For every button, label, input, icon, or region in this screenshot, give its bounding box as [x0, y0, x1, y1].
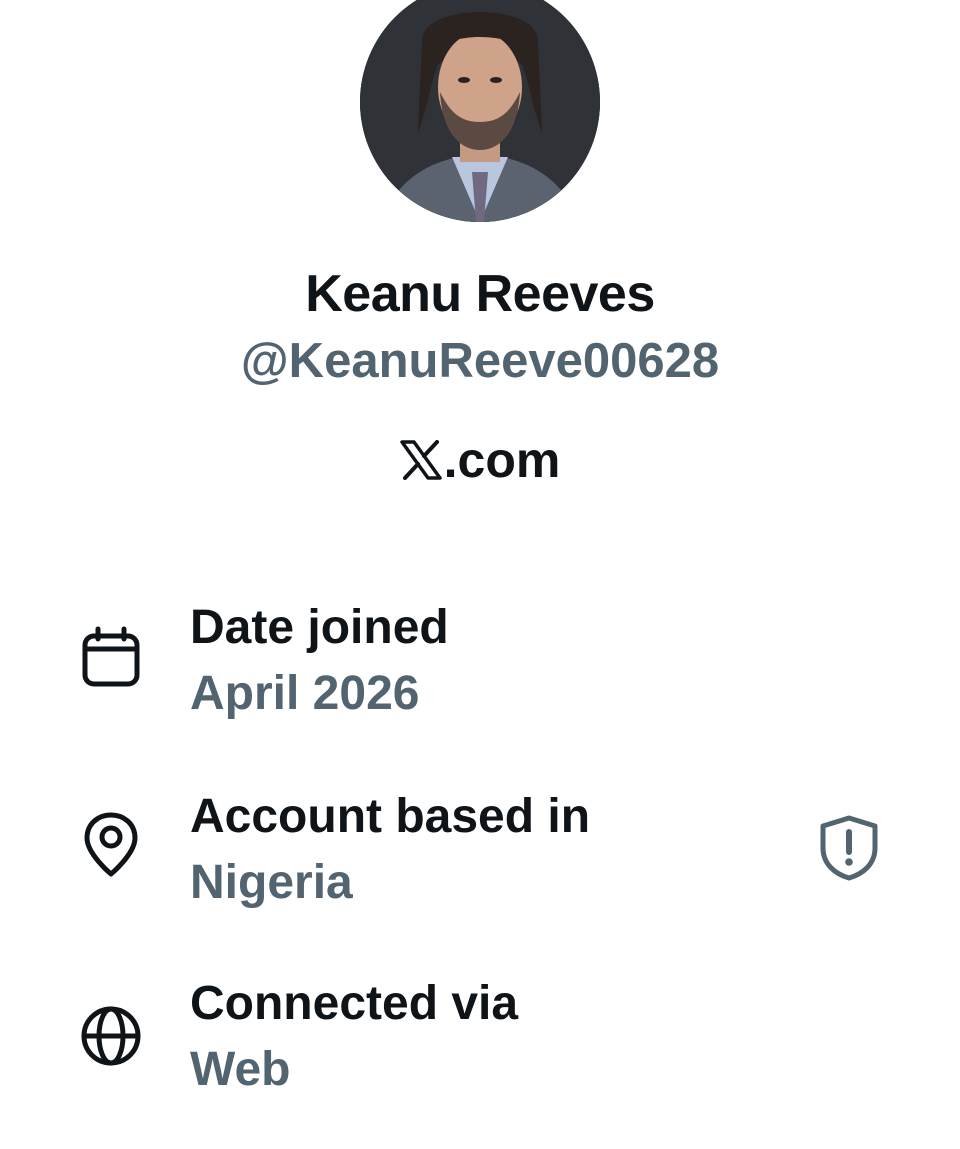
detail-value: Web	[190, 1043, 291, 1096]
detail-account-location: Account based in Nigeria	[0, 787, 960, 927]
calendar-icon	[78, 625, 144, 691]
profile-name: Keanu Reeves	[305, 265, 655, 323]
globe-icon	[78, 1003, 144, 1069]
detail-date-joined: Date joined April 2026	[0, 598, 960, 738]
site-text: .com	[443, 432, 561, 488]
profile-handle[interactable]: @KeanuReeve00628	[0, 330, 960, 392]
detail-label: Connected via	[190, 977, 519, 1030]
profile-avatar[interactable]	[360, 0, 600, 222]
detail-value: April 2026	[190, 667, 420, 720]
location-pin-icon	[78, 812, 144, 878]
detail-label: Account based in	[190, 790, 591, 843]
shield-alert-icon[interactable]	[815, 814, 883, 882]
detail-connected-via: Connected via Web	[0, 974, 960, 1114]
x-logo-icon	[399, 440, 442, 480]
detail-value: Nigeria	[190, 856, 353, 909]
avatar-image	[360, 0, 600, 222]
detail-label: Date joined	[190, 601, 449, 654]
profile-site[interactable]: .com	[0, 428, 960, 492]
